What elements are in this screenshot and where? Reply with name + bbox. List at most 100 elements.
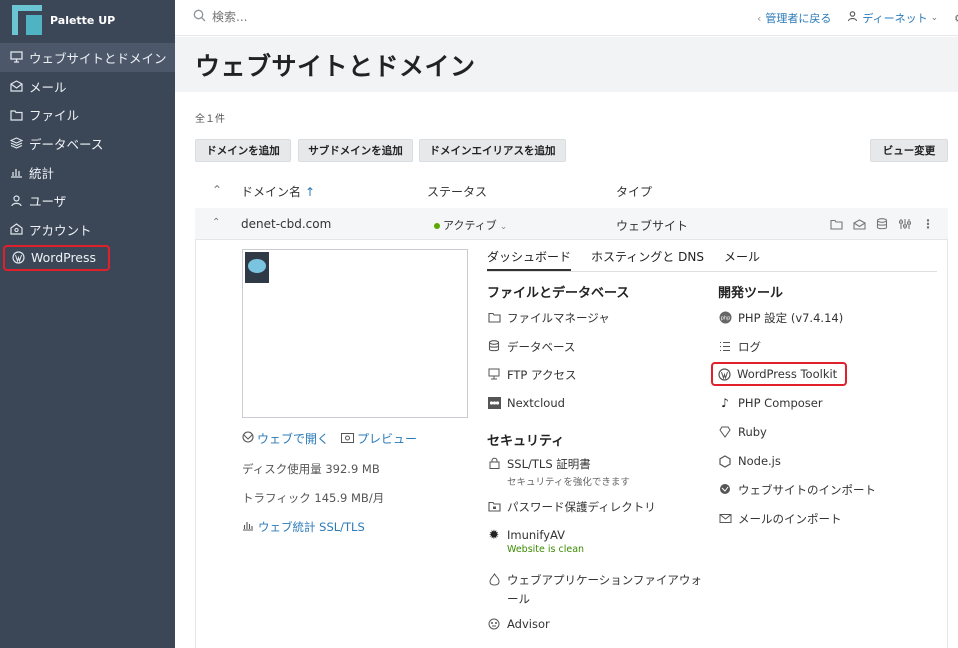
php-settings-link[interactable]: php PHP 設定 (v7.4.14) (718, 310, 843, 326)
traffic-usage: トラフィック 145.9 MB/月 (242, 491, 385, 505)
back-to-admin-link[interactable]: ‹ 管理者に戻る (757, 10, 831, 26)
site-preview-image (245, 252, 269, 283)
password-protected-dirs-label: パスワード保護ディレクトリ (507, 500, 656, 514)
nextcloud-link[interactable]: Nextcloud (487, 396, 565, 410)
web-application-firewall-link[interactable]: ウェブアプリケーションファイアウォ ール (487, 572, 702, 607)
logo-icon (12, 5, 42, 35)
column-domain[interactable]: ドメイン名 ↑ (241, 183, 315, 200)
eye-icon (341, 432, 355, 446)
list-icon (718, 339, 732, 353)
wordpress-icon (717, 367, 731, 381)
imunifyav-link[interactable]: ✹ ImunifyAV Website is clean (487, 528, 585, 556)
user-menu[interactable]: ディーネット ⌄ (847, 10, 938, 26)
ftp-access-link[interactable]: FTP アクセス (487, 367, 576, 383)
nodejs-link[interactable]: Node.js (718, 454, 781, 468)
file-manager-link[interactable]: ファイルマネージャ (487, 310, 610, 326)
back-to-admin-label: 管理者に戻る (765, 12, 832, 25)
site-thumbnail[interactable] (242, 249, 468, 418)
files-section-title: ファイルとデータベース (487, 286, 630, 301)
top-bar: ‹ 管理者に戻る ディーネット ⌄ ⚙ (175, 0, 958, 36)
preview-link[interactable]: プレビュー (341, 430, 417, 447)
tab-mail[interactable]: メール (724, 248, 760, 271)
flame-icon (487, 572, 501, 586)
ruby-icon (718, 425, 732, 439)
sidebar-item-label: アカウント (29, 222, 92, 238)
sidebar-item-stats[interactable]: 統計 (0, 158, 175, 187)
sidebar-item-label: データベース (29, 136, 104, 152)
user-icon (847, 11, 858, 25)
php-composer-link[interactable]: ♪ PHP Composer (718, 396, 823, 410)
ftp-access-label: FTP アクセス (507, 368, 577, 382)
search-input[interactable] (212, 10, 412, 24)
advisor-link[interactable]: Advisor (487, 617, 550, 631)
web-stats-link[interactable]: ウェブ統計 SSL/TLS (242, 519, 365, 535)
monitor-icon (487, 367, 501, 381)
collapse-all-icon[interactable]: ⌃ (212, 183, 222, 197)
imunifyav-label: ImunifyAV (507, 528, 566, 542)
databases-link[interactable]: データベース (487, 339, 575, 355)
sidebar-item-files[interactable]: ファイル (0, 100, 175, 129)
domain-type: ウェブサイト (616, 219, 689, 233)
ruby-link[interactable]: Ruby (718, 425, 767, 439)
domain-details: ウェブで開く プレビュー ディスク使用量 392.9 MB トラフィック 145… (195, 240, 948, 648)
wordpress-toolkit-link[interactable]: WordPress Toolkit (711, 362, 848, 386)
composer-icon: ♪ (721, 396, 729, 410)
column-status[interactable]: ステータス (427, 183, 487, 200)
php-settings-label: PHP 設定 (v7.4.14) (738, 311, 844, 325)
sidebar-item-databases[interactable]: データベース (0, 129, 175, 158)
domain-name[interactable]: denet-cbd.com (241, 217, 331, 231)
item-count: 全１件 (195, 114, 225, 125)
more-icon[interactable]: ⋮ (920, 216, 936, 232)
gear-icon[interactable]: ⚙ (954, 12, 958, 25)
column-type[interactable]: タイプ (616, 183, 652, 200)
search-icon (193, 9, 206, 25)
add-subdomain-button[interactable]: サブドメインを追加 (298, 139, 413, 162)
waf-label-line2: ール (507, 592, 530, 606)
lock-icon (487, 456, 501, 470)
page-title: ウェブサイトとドメイン (195, 52, 476, 81)
column-domain-label: ドメイン名 (241, 185, 302, 199)
sidebar-item-websites[interactable]: ウェブサイトとドメイン (0, 43, 175, 72)
website-import-link[interactable]: ウェブサイトのインポート (718, 482, 876, 498)
user-name: ディーネット (862, 12, 928, 25)
advisor-label: Advisor (507, 617, 550, 631)
globe-icon (242, 431, 254, 446)
table-row[interactable]: ⌃ denet-cbd.com アクティブ ⌄ ウェブサイト ⋮ (195, 208, 948, 240)
open-in-web-link[interactable]: ウェブで開く (242, 430, 329, 447)
account-icon (8, 221, 24, 237)
sidebar-item-label: ファイル (29, 108, 80, 124)
mail-import-link[interactable]: メールのインポート (718, 511, 842, 527)
ssl-certificates-link[interactable]: SSL/TLS 証明書 セキュリティを強化できます (487, 456, 630, 488)
chevron-down-icon: ⌄ (499, 222, 508, 232)
sidebar-nav: ウェブサイトとドメイン メール ファイル データベース 統計 ユーザ アカウント… (0, 43, 175, 271)
ssl-certificates-subtext: セキュリティを強化できます (507, 477, 630, 488)
svg-text:php: php (720, 315, 730, 321)
database-icon[interactable] (874, 216, 890, 232)
chevron-up-icon[interactable]: ⌃ (212, 217, 220, 228)
tab-dashboard[interactable]: ダッシュボード (487, 248, 572, 271)
sidebar-item-account[interactable]: アカウント (0, 215, 175, 244)
database-icon (8, 135, 24, 151)
password-protected-dirs-link[interactable]: パスワード保護ディレクトリ (487, 499, 656, 515)
change-view-button[interactable]: ビュー変更 (870, 139, 948, 162)
add-domain-button[interactable]: ドメインを追加 (195, 139, 291, 162)
protected-folder-icon (487, 499, 501, 513)
php-composer-label: PHP Composer (738, 396, 823, 410)
header-actions: ‹ 管理者に戻る ディーネット ⌄ ⚙ (757, 10, 958, 26)
logs-link[interactable]: ログ (718, 339, 761, 355)
sliders-icon[interactable] (897, 216, 913, 232)
status-badge[interactable]: アクティブ ⌄ (434, 217, 507, 233)
dev-tools-section-title: 開発ツール (718, 286, 784, 301)
mail-import-label: メールのインポート (738, 512, 842, 526)
sidebar-item-label: メール (29, 79, 67, 95)
table-header: ⌃ ドメイン名 ↑ ステータス タイプ (195, 178, 948, 204)
mail-icon[interactable] (851, 216, 867, 232)
folder-icon[interactable] (828, 216, 844, 232)
sidebar-item-users[interactable]: ユーザ (0, 186, 175, 215)
app-logo[interactable]: Palette UP (0, 0, 175, 40)
tab-hosting-dns[interactable]: ホスティングと DNS (591, 248, 704, 271)
sidebar-item-wordpress[interactable]: WordPress (3, 244, 110, 271)
sidebar-item-mail[interactable]: メール (0, 72, 175, 101)
preview-label: プレビュー (357, 432, 418, 446)
add-domain-alias-button[interactable]: ドメインエイリアスを追加 (419, 139, 566, 162)
